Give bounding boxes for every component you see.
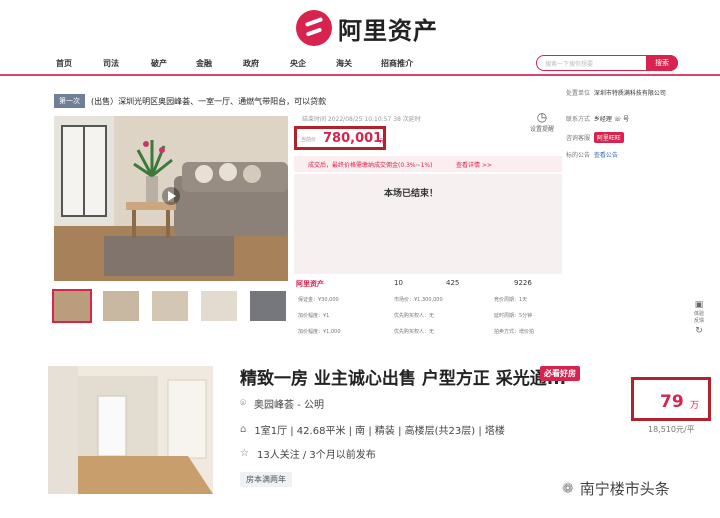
search-box[interactable]: 搜索一下搜你想要 搜索 xyxy=(536,55,678,71)
listing-badge: 房本满两年 xyxy=(240,472,292,487)
hallway-image xyxy=(48,366,213,494)
auction-title: (出售）深圳光明区奥园峰荟、一室一厅、通燃气带阳台，可以贷款 xyxy=(91,96,327,106)
seller-value: 深圳市特质满科技有限公司 xyxy=(593,90,666,97)
listing-photo[interactable] xyxy=(48,366,213,494)
listing-followers: 13人关注 / 3个月以前发布 xyxy=(256,450,376,461)
detail-cell: 竞价周期：1天 xyxy=(494,297,528,303)
watermark: ❁ 南宁楼市头条 xyxy=(562,478,670,499)
nav-item-finance[interactable]: 金融 xyxy=(196,58,212,69)
notice-link[interactable]: 查看公告 xyxy=(594,152,618,159)
star-icon: ☆ xyxy=(240,448,249,459)
main-photo[interactable] xyxy=(54,116,288,281)
nav-item-customs[interactable]: 海关 xyxy=(336,58,352,69)
listing-price: 79 xyxy=(660,392,684,412)
nav-item-government[interactable]: 政府 xyxy=(243,58,259,69)
listing-location[interactable]: 奥园峰荟 - 公明 xyxy=(254,396,324,411)
auction-status-box: 本场已结束！ xyxy=(294,174,562,274)
thumbnail-3[interactable] xyxy=(152,291,188,321)
seller-label: 处置单位 xyxy=(566,90,591,97)
commission-text: 成交后，最终价格需缴纳成交佣金(0.3%~1%) xyxy=(308,162,433,169)
feedback-icon[interactable]: ▣ xyxy=(686,300,712,310)
nav-item-home[interactable]: 首页 xyxy=(56,58,72,69)
tool-label[interactable]: 体验 xyxy=(686,310,712,317)
price-value: 780,001 xyxy=(323,131,383,146)
detail-cell: 市场价：¥1,300,000 xyxy=(394,297,443,303)
seller-row: 联系方式 乡经理 ☏ 号 xyxy=(566,114,629,123)
house-icon: ⌂ xyxy=(240,424,247,435)
seller-label: 标的公告 xyxy=(566,152,591,159)
thumbnail-4[interactable] xyxy=(201,291,237,321)
seller-row: 咨询客服 阿里旺旺 xyxy=(566,132,624,143)
floating-tools: ▣ 体验 反馈 ↻ xyxy=(686,300,712,336)
commission-notice: 成交后，最终价格需缴纳成交佣金(0.3%~1%) 查看详情 >> xyxy=(294,156,562,172)
detail-cell: 优先购买权人：无 xyxy=(394,313,435,319)
seller-row: 处置单位 深圳市特质满科技有限公司 xyxy=(566,88,666,97)
stat-value: 9226 xyxy=(514,279,532,287)
auction-title-row: 第一次 (出售）深圳光明区奥园峰荟、一室一厅、通燃气带阳台，可以贷款 xyxy=(54,94,326,108)
detail-cell: 拍卖方式：增价拍 xyxy=(494,329,535,335)
commission-details-link[interactable]: 查看详情 >> xyxy=(456,160,492,169)
detail-cell: 优先购买权人：无 xyxy=(394,329,435,335)
tool-label[interactable]: 反馈 xyxy=(686,317,712,324)
end-time: 结束时间 2022/08/25 10:10:57 38 次延时 xyxy=(302,116,421,123)
stat-value: 425 xyxy=(446,279,460,287)
thumbnail-1[interactable] xyxy=(52,289,92,323)
search-button[interactable]: 搜索 xyxy=(646,55,678,71)
nav-item-investment[interactable]: 招商推介 xyxy=(381,58,413,69)
listing-details: 1室1厅 | 42.68平米 | 南 | 精装 | 高楼层(共23层) | 塔楼 xyxy=(254,426,505,437)
refresh-icon[interactable]: ↻ xyxy=(686,326,712,336)
stat-value: 10 xyxy=(394,279,403,287)
listing-followers-row: ☆ 13人关注 / 3个月以前发布 xyxy=(240,446,376,461)
watermark-text: 南宁楼市头条 xyxy=(579,480,670,498)
brand-logo[interactable]: 阿里资产 xyxy=(296,10,438,46)
thumbnail-2[interactable] xyxy=(103,291,139,321)
chat-button[interactable]: 阿里旺旺 xyxy=(593,132,624,143)
detail-cell: 保证金：¥30,000 xyxy=(298,297,339,303)
unit-price: 18,510元/平 xyxy=(648,425,695,434)
wechat-icon: ❁ xyxy=(562,480,574,497)
detail-cell: 加价幅度：¥1 xyxy=(298,313,330,319)
listing-title[interactable]: 精致一房 业主诚心出售 户型方正 采光通... xyxy=(240,364,566,389)
detail-cell: 加价幅度：¥1,000 xyxy=(298,329,341,335)
current-price-box: 当前价 780,001 元 xyxy=(294,126,386,150)
nav-item-bankruptcy[interactable]: 破产 xyxy=(151,58,167,69)
listing-price-box: 79 万 xyxy=(631,377,711,421)
stats-brand: 阿里资产 xyxy=(296,280,324,288)
living-room-image xyxy=(54,116,288,281)
price-label: 当前价 xyxy=(301,137,317,143)
price-unit: 元 xyxy=(379,138,386,145)
seller-label: 联系方式 xyxy=(566,116,591,123)
round-badge: 第一次 xyxy=(54,94,85,108)
brand-name: 阿里资产 xyxy=(338,16,438,45)
reminder-label: 设置提醒 xyxy=(529,126,554,133)
clock-icon: ◷ xyxy=(536,110,548,124)
thumbnail-5[interactable] xyxy=(250,291,286,321)
nav-divider xyxy=(0,74,720,76)
search-input[interactable]: 搜索一下搜你想要 xyxy=(545,59,593,68)
contact-value[interactable]: 乡经理 ☏ 号 xyxy=(594,116,629,123)
listing-location-row: ⌾ 奥园峰荟 - 公明 xyxy=(240,396,324,411)
stats-row: 阿里资产 10 425 9226 xyxy=(294,278,562,292)
listing-price-unit: 万 xyxy=(690,401,700,411)
auction-ended-text: 本场已结束！ xyxy=(384,189,439,199)
reminder-button[interactable]: ◷ 设置提醒 xyxy=(514,110,570,133)
detail-cell: 延时周期：5分钟 xyxy=(494,313,533,319)
must-see-tag: 必看好房 xyxy=(540,366,580,381)
seller-label: 咨询客服 xyxy=(566,135,591,142)
nav-item-judicial[interactable]: 司法 xyxy=(103,58,119,69)
nav-item-soe[interactable]: 央企 xyxy=(290,58,306,69)
listing-details-row: ⌂ 1室1厅 | 42.68平米 | 南 | 精装 | 高楼层(共23层) | … xyxy=(240,422,505,437)
thumbnail-strip xyxy=(52,289,288,323)
location-pin-icon: ⌾ xyxy=(240,398,246,409)
seller-row: 标的公告 查看公告 xyxy=(566,150,618,159)
brand-logo-icon xyxy=(296,10,332,46)
